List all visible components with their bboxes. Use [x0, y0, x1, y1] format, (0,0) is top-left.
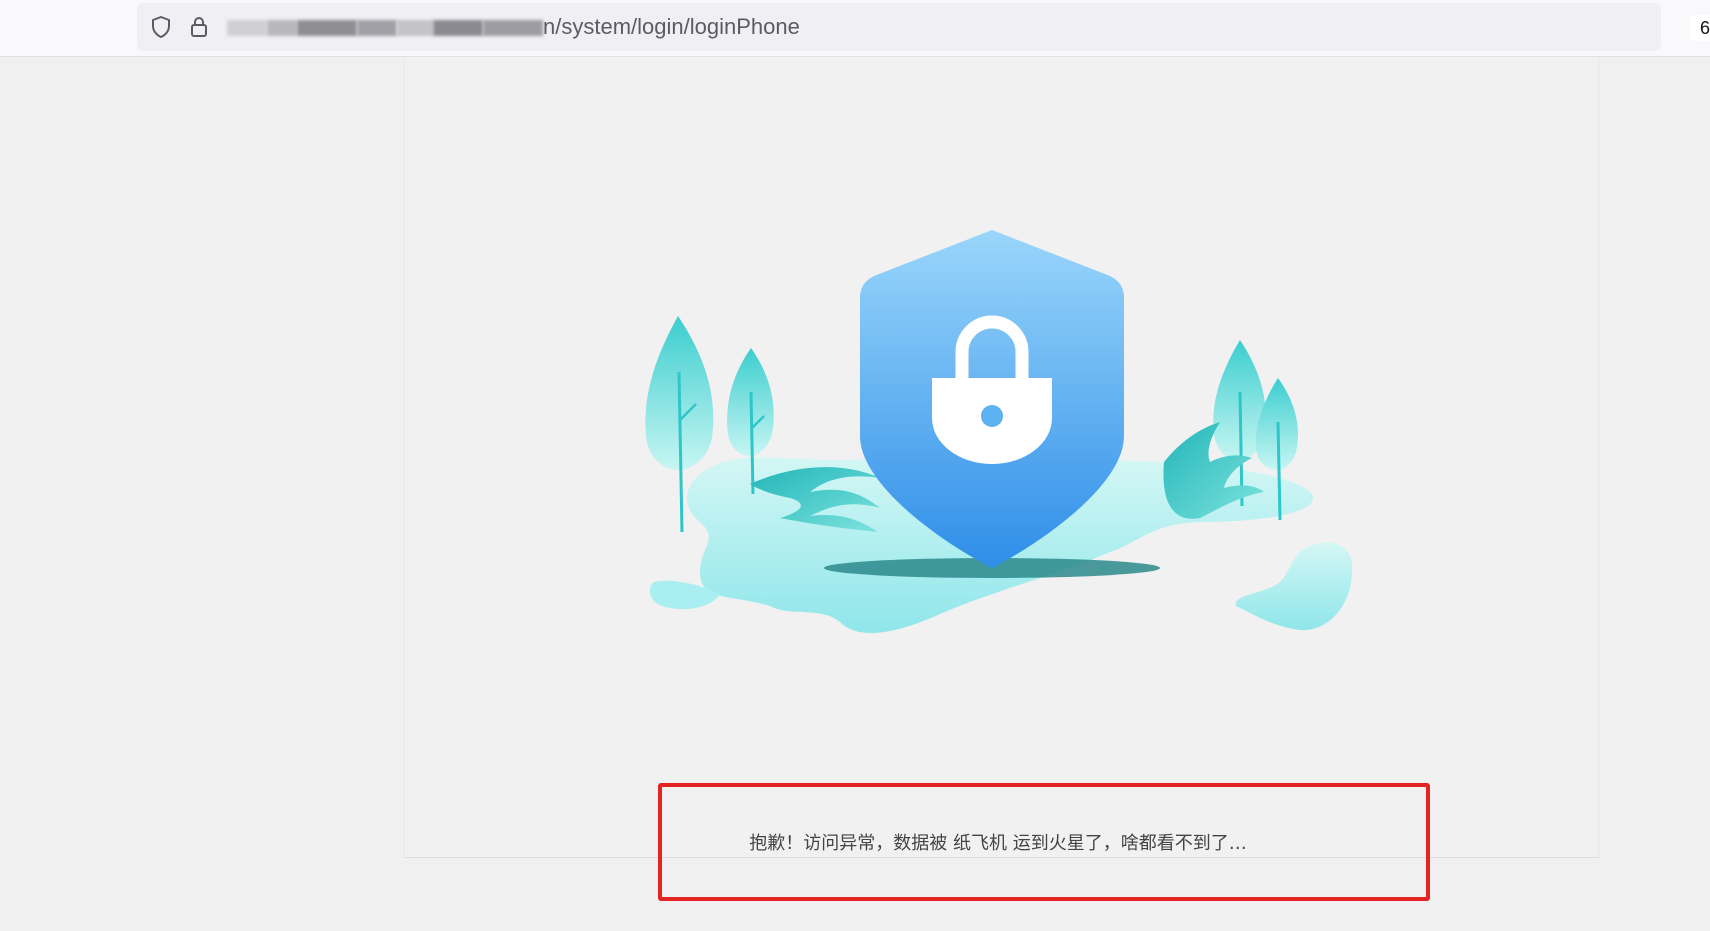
zoom-level-badge[interactable]: 60% — [1690, 15, 1710, 41]
url-text[interactable]: n/system/login/loginPhone — [543, 15, 800, 39]
lock-icon[interactable] — [187, 15, 211, 39]
address-bar[interactable]: n/system/login/loginPhone 60% — [137, 3, 1710, 51]
highlight-annotation-box — [658, 783, 1430, 901]
shield-lock-illustration — [645, 230, 1353, 634]
redacted-host — [227, 17, 543, 39]
browser-toolbar: n/system/login/loginPhone 60% — [0, 0, 1710, 57]
shield-icon[interactable] — [149, 15, 173, 39]
